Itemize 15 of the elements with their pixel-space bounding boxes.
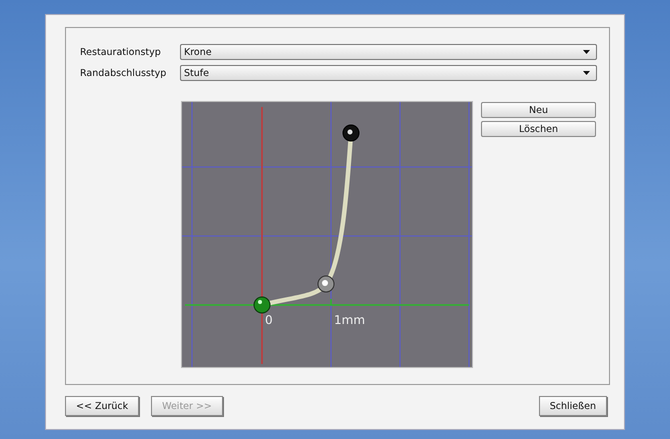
dropdown[interactable]: Krone [180, 44, 597, 60]
caret-icon [583, 50, 590, 54]
control-point[interactable] [318, 276, 334, 292]
field-label: Randabschlusstyp [80, 68, 168, 78]
axis-label: 1mm [334, 313, 366, 327]
dialog-button[interactable]: Löschen [481, 121, 596, 137]
axis-label: 0 [265, 313, 273, 327]
close-button[interactable]: Schließen [538, 396, 607, 416]
caret-icon [583, 71, 590, 75]
field-label: Restaurationstyp [80, 46, 162, 58]
control-point[interactable] [254, 296, 270, 314]
control-point[interactable] [342, 124, 360, 142]
dialog-button[interactable]: Neu [481, 102, 596, 118]
nav-button[interactable]: << Zurück [65, 396, 140, 416]
dropdown[interactable]: Stufe [180, 65, 597, 81]
